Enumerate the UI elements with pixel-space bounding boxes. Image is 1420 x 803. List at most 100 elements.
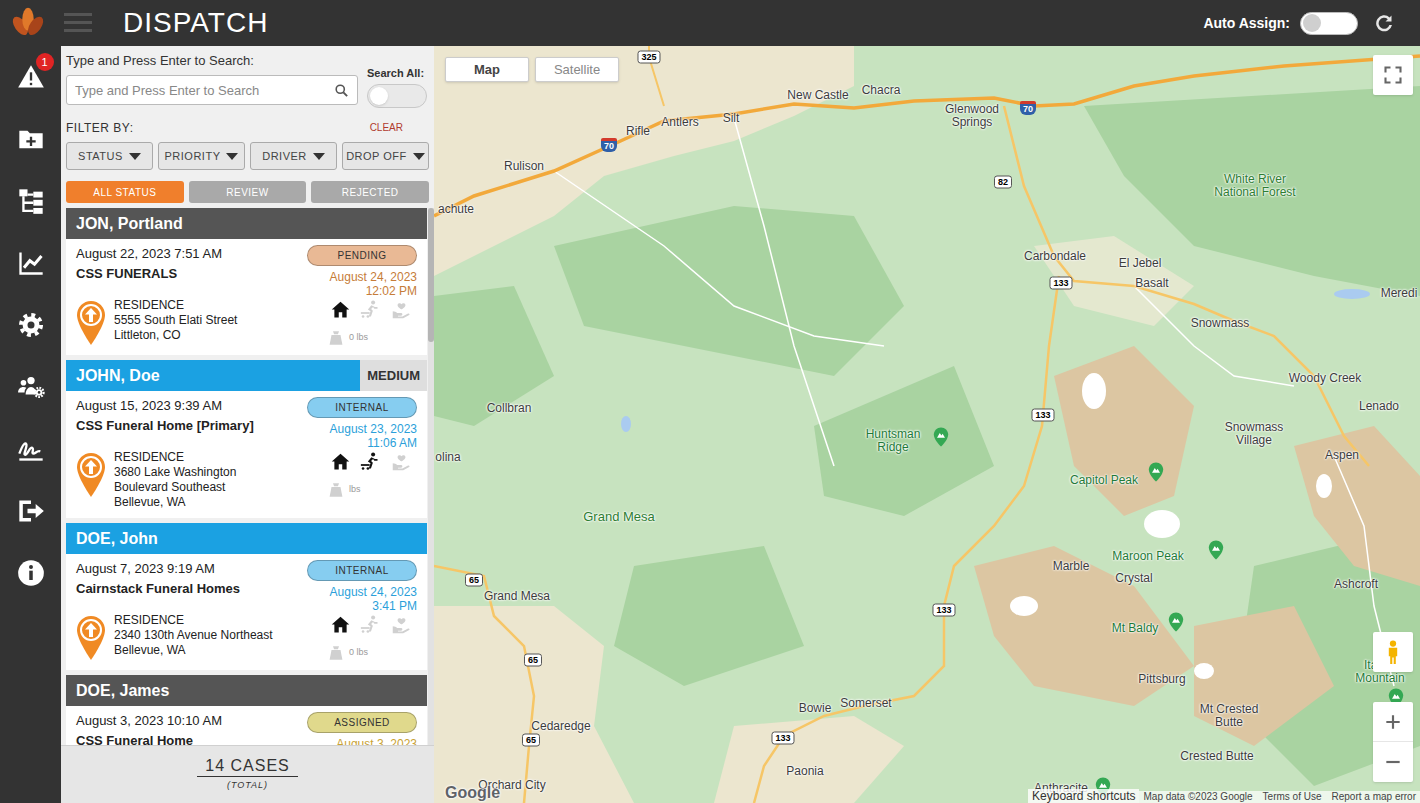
case-info: August 7, 2023 9:19 AMCairnstack Funeral… xyxy=(76,560,301,598)
map-label: Grand Mesa xyxy=(484,590,550,603)
pickup-type: RESIDENCE xyxy=(114,298,325,313)
map-label: Marble xyxy=(1053,560,1090,573)
map-type-label: Map xyxy=(474,60,500,80)
workflow-button[interactable] xyxy=(0,170,61,232)
case-name: JON, Portland xyxy=(66,212,427,236)
route-shield: 70 xyxy=(601,138,617,152)
map[interactable]: RifleAntlersSiltNew CastleChacraGlenwood… xyxy=(434,46,1420,803)
case-card[interactable]: JON, Portland August 22, 2023 7:51 AMCSS … xyxy=(66,208,427,355)
users-gear-icon xyxy=(17,373,45,401)
pickup-address: RESIDENCE3680 Lake WashingtonBoulevard S… xyxy=(114,450,325,510)
new-case-button[interactable] xyxy=(0,108,61,170)
zoom-in-button[interactable] xyxy=(1373,702,1413,742)
search-all-toggle[interactable] xyxy=(367,84,427,108)
search-column: Type and Press Enter to Search: xyxy=(66,53,358,108)
case-header: JON, Portland xyxy=(66,208,427,239)
map-label: El Jebel xyxy=(1119,257,1162,270)
auto-assign-toggle[interactable] xyxy=(1300,12,1358,35)
stretcher-icon xyxy=(360,614,381,635)
status-tab[interactable]: ALL STATUS xyxy=(66,181,184,203)
case-card[interactable]: DOE, JohnAugust 7, 2023 9:19 AMCairnstac… xyxy=(66,523,427,670)
map-label: Aspen xyxy=(1325,449,1359,462)
map-label: Bowie xyxy=(799,702,832,715)
route-shield: 133 xyxy=(932,604,955,617)
fullscreen-button[interactable] xyxy=(1373,55,1413,95)
clear-button[interactable]: CLEAR xyxy=(370,121,403,135)
magnifier-icon xyxy=(334,83,349,98)
report-error-link[interactable]: Report a map error xyxy=(1332,791,1416,803)
map-label: Basalt xyxy=(1135,277,1168,290)
google-logo[interactable]: Google xyxy=(445,784,500,802)
case-body: August 3, 2023 10:10 AMCSS Funeral HomeA… xyxy=(66,706,427,745)
service-icons: 0 lbs xyxy=(325,298,417,347)
search-input[interactable] xyxy=(67,76,334,104)
address-line: Littleton, CO xyxy=(114,328,325,343)
logout-button[interactable] xyxy=(0,480,61,542)
case-created: August 15, 2023 9:39 AM xyxy=(76,397,301,415)
caring-hands-icon xyxy=(391,451,412,472)
app-logo[interactable] xyxy=(0,0,56,46)
attribution-links: Map data ©2023 GoogleTerms of UseReport … xyxy=(1139,791,1420,803)
funeral-home: CSS Funeral Home [Primary] xyxy=(76,417,301,435)
status-label: INTERNAL xyxy=(335,563,388,578)
street-view-button[interactable] xyxy=(1373,632,1413,672)
map-type-button[interactable]: Map xyxy=(445,57,529,82)
status-badge: INTERNAL xyxy=(307,560,417,581)
menu-button[interactable] xyxy=(64,13,92,33)
weight-bag-icon xyxy=(327,481,345,499)
filter-dropdown[interactable]: PRIORITY xyxy=(158,142,245,170)
weight: 0 lbs xyxy=(325,329,368,347)
alert-badge: 1 xyxy=(36,53,54,71)
filter-dropdowns: STATUSPRIORITYDRIVERDROP OFF xyxy=(61,142,434,170)
status-tab[interactable]: REVIEW xyxy=(189,181,307,203)
case-created: August 22, 2023 7:51 AM xyxy=(76,245,301,263)
map-label: Woody Creek xyxy=(1289,372,1361,385)
line-chart-icon xyxy=(17,249,45,277)
users-button[interactable] xyxy=(0,356,61,418)
terms-link[interactable]: Terms of Use xyxy=(1263,791,1322,803)
filter-dropdown[interactable]: STATUS xyxy=(66,142,153,170)
keyboard-shortcuts-link[interactable]: Keyboard shortcuts xyxy=(1028,789,1139,803)
status-tab-label: REVIEW xyxy=(226,185,268,200)
alert-button[interactable]: 1 xyxy=(0,46,61,108)
toggle-knob xyxy=(1303,14,1321,32)
caring-hands-icon xyxy=(391,614,412,635)
caret-down-icon xyxy=(129,153,141,160)
reports-button[interactable] xyxy=(0,232,61,294)
sidebar-icon-wrap xyxy=(17,559,45,587)
map-label: Collbran xyxy=(487,402,532,415)
filter-dropdown[interactable]: DROP OFF xyxy=(342,142,429,170)
case-card[interactable]: DOE, JamesAugust 3, 2023 10:10 AMCSS Fun… xyxy=(66,675,427,745)
status-label: INTERNAL xyxy=(335,400,388,415)
gear-icon xyxy=(17,311,45,339)
map-label: olina xyxy=(435,451,460,464)
pickup-pin-icon xyxy=(76,300,106,346)
case-header: JOHN, DoeMEDIUM xyxy=(66,360,427,391)
top-bar: DISPATCHAuto Assign: xyxy=(0,0,1420,46)
address-line: Bellevue, WA xyxy=(114,643,325,658)
case-card[interactable]: JOHN, DoeMEDIUM August 15, 2023 9:39 AM CS… xyxy=(66,360,427,518)
status-tabs: ALL STATUS REVIEW REJECTED xyxy=(61,181,434,203)
filter-dropdown[interactable]: DRIVER xyxy=(250,142,337,170)
case-body: August 15, 2023 9:39 AM CSS Funeral Home … xyxy=(66,391,427,518)
sign-out-icon xyxy=(17,497,45,525)
refresh-button[interactable] xyxy=(1372,11,1396,35)
map-label: Maroon Peak xyxy=(1112,550,1183,563)
pickup-pin-icon xyxy=(76,452,106,498)
case-summary: August 22, 2023 7:51 AMCSS FUNERALSPENDI… xyxy=(76,245,417,298)
map-label: Rulison xyxy=(504,160,544,173)
pickup-address: RESIDENCE2340 130th Avenue NortheastBell… xyxy=(114,613,325,658)
funeral-home: CSS Funeral Home xyxy=(76,732,301,745)
info-button[interactable] xyxy=(0,542,61,604)
search-all-column: Search All: xyxy=(367,53,429,108)
hierarchy-icon xyxy=(17,187,45,215)
map-label: Snowmass xyxy=(1191,317,1250,330)
map-type-button[interactable]: Satellite xyxy=(535,57,619,82)
search-field[interactable] xyxy=(66,75,358,105)
signature-button[interactable] xyxy=(0,418,61,480)
map-type-label: Satellite xyxy=(554,60,600,80)
zoom-out-button[interactable] xyxy=(1373,742,1413,782)
settings-button[interactable] xyxy=(0,294,61,356)
map-label: Antlers xyxy=(661,116,698,129)
status-tab[interactable]: REJECTED xyxy=(311,181,429,203)
